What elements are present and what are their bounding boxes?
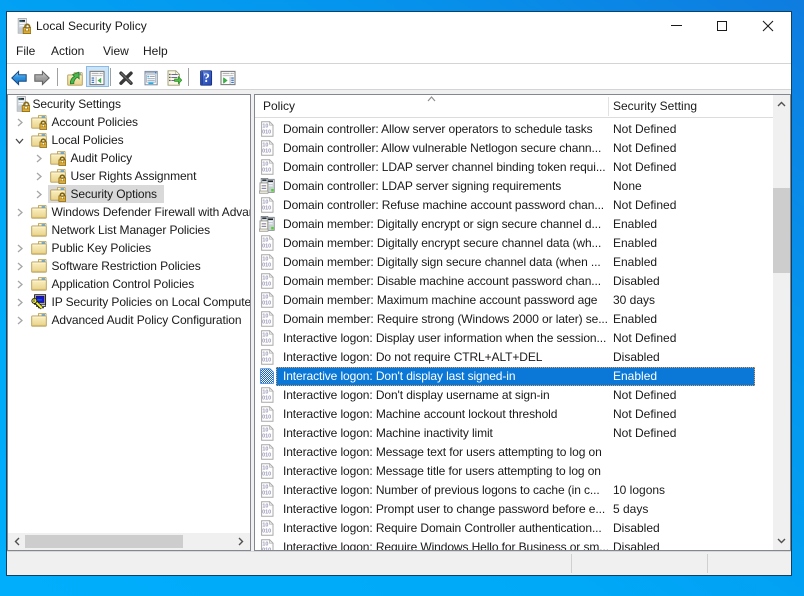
svg-text:?: ? [203, 70, 210, 85]
